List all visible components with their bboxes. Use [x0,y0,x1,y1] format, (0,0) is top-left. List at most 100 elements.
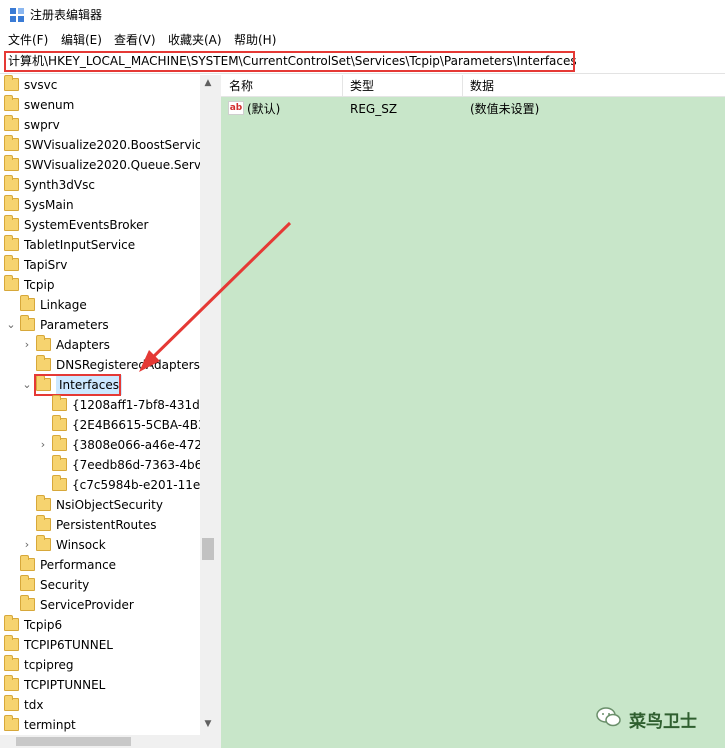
tree-node-label[interactable]: SystemEventsBroker [24,215,148,235]
folder-icon [20,295,35,311]
tree-node-parameters[interactable]: ⌄ Parameters [0,315,200,335]
tree-node-tcpiptunnel[interactable]: TCPIPTUNNEL [0,675,200,695]
scroll-up-arrow-icon[interactable]: ▲ [200,75,216,91]
chevron-down-icon[interactable]: ⌄ [22,375,32,395]
tree-node-persistentroutes[interactable]: PersistentRoutes [0,515,200,535]
tree-node-7eedb86d-7363-4b68[interactable]: {7eedb86d-7363-4b68 [0,455,210,475]
tree-node-label[interactable]: Tcpip [24,275,54,295]
folder-icon [4,215,19,231]
tree-node-label[interactable]: {1208aff1-7bf8-431d-a [72,395,211,415]
scroll-down-arrow-icon[interactable]: ▼ [200,716,216,732]
tree-node-swenum[interactable]: swenum [0,95,200,115]
tree-node-security[interactable]: Security [0,575,200,595]
tree-node-label[interactable]: Tcpip6 [24,615,62,635]
chevron-right-icon[interactable]: › [38,435,48,455]
tree-node-label[interactable]: swenum [24,95,74,115]
tree-node-label[interactable]: {7eedb86d-7363-4b68 [72,455,210,475]
tree-node-label[interactable]: TCPIPTUNNEL [24,675,105,695]
tree-pane[interactable]: svsvc swenum swprv SWVisualize2020.BoostSer… [0,75,216,748]
tree-node-serviceprovider[interactable]: ServiceProvider [0,595,200,615]
tree-node-tdx[interactable]: tdx [0,695,200,715]
tree-node-dnsregisteredadapters[interactable]: DNSRegisteredAdapters [0,355,200,375]
value-row[interactable]: ab (默认) REG_SZ (数值未设置) [221,99,725,119]
scroll-thumb[interactable] [202,538,214,560]
tree-node-c7c5984b-e201-11e9[interactable]: {c7c5984b-e201-11e9- [0,475,212,495]
tree-node-label[interactable]: {c7c5984b-e201-11e9- [72,475,212,495]
menu-view[interactable]: 查看(V) [114,32,156,48]
tree-node-label[interactable]: Adapters [56,335,110,355]
tree-node-label[interactable]: {2E4B6615-5CBA-4B38 [72,415,213,435]
menu-help[interactable]: 帮助(H) [234,32,276,48]
tree-node-label[interactable]: TapiSrv [24,255,67,275]
tree-node-synth3dvsc[interactable]: Synth3dVsc [0,175,200,195]
tree-node-label[interactable]: SWVisualize2020.BoostService [24,135,209,155]
values-pane[interactable]: 名称 类型 数据 ab (默认) REG_SZ (数值未设置) [221,75,725,748]
tree-node-label[interactable]: NsiObjectSecurity [56,495,163,515]
string-value-icon: ab [228,101,244,115]
tree-node-label[interactable]: Security [40,575,89,595]
folder-icon [52,475,67,491]
tree-node-label[interactable]: SysMain [24,195,74,215]
tree-node-winsock[interactable]: › Winsock [0,535,200,555]
tree-node-label[interactable]: {3808e066-a46e-472b [72,435,210,455]
tree-node-swvisualize2020-boostservice[interactable]: SWVisualize2020.BoostService [0,135,209,155]
tree-node-label[interactable]: Parameters [40,315,109,335]
column-separator[interactable] [342,75,343,97]
tree-node-label[interactable]: TabletInputService [24,235,135,255]
tree-node-label[interactable]: terminpt [24,715,76,735]
tree-node-label[interactable]: Synth3dVsc [24,175,95,195]
menu-favorites[interactable]: 收藏夹(A) [168,32,222,48]
tree-node-linkage[interactable]: Linkage [0,295,200,315]
horizontal-scroll-thumb[interactable] [16,737,131,746]
tree-node-3808e066-a46e-472b[interactable]: › {3808e066-a46e-472b [0,435,210,455]
tree-node-label[interactable]: svsvc [24,75,57,95]
tree-node-label[interactable]: SWVisualize2020.Queue.Server [24,155,213,175]
menu-edit[interactable]: 编辑(E) [61,32,102,48]
tree-node-tcpipreg[interactable]: tcpipreg [0,655,200,675]
column-data-header[interactable]: 数据 [470,78,494,94]
tree-node-label[interactable]: tdx [24,695,43,715]
menu-file[interactable]: 文件(F) [8,32,48,48]
tree-node-swprv[interactable]: swprv [0,115,200,135]
folder-icon [36,515,51,531]
chevron-down-icon[interactable]: ⌄ [6,315,16,335]
tree-node-tcpip6tunnel[interactable]: TCPIP6TUNNEL [0,635,200,655]
tree-node-label[interactable]: Winsock [56,535,106,555]
tree-node-label[interactable]: Linkage [40,295,87,315]
tree-node-tcpip[interactable]: Tcpip [0,275,200,295]
chevron-right-icon[interactable]: › [22,535,32,555]
column-type-header[interactable]: 类型 [350,78,374,94]
column-name-header[interactable]: 名称 [229,78,253,94]
column-separator[interactable] [462,75,463,97]
tree-node-tcpip6[interactable]: Tcpip6 [0,615,200,635]
tree-node-systemeventsbroker[interactable]: SystemEventsBroker [0,215,200,235]
tree-node-tabletinputservice[interactable]: TabletInputService [0,235,200,255]
tree-node-interfaces[interactable]: ⌄ Interfaces [0,374,200,396]
chevron-right-icon[interactable]: › [22,335,32,355]
tree-vertical-scrollbar[interactable]: ▲ ▼ [200,75,216,748]
tree-node-svsvc[interactable]: svsvc [0,75,200,95]
tree-node-adapters[interactable]: › Adapters [0,335,200,355]
tree-node-label[interactable]: Performance [40,555,116,575]
tree-node-performance[interactable]: Performance [0,555,200,575]
tree-node-1208aff1-7bf8-431d-a[interactable]: {1208aff1-7bf8-431d-a [0,395,211,415]
tree-horizontal-scrollbar[interactable] [0,735,216,748]
folder-icon [4,655,19,671]
tree-node-label[interactable]: ServiceProvider [40,595,134,615]
tree-node-2e4b6615-5cba-4b38[interactable]: {2E4B6615-5CBA-4B38 [0,415,213,435]
folder-icon [36,355,51,371]
tree-node-label[interactable]: TCPIP6TUNNEL [24,635,113,655]
tree-node-label[interactable]: DNSRegisteredAdapters [56,355,200,375]
window-title: 注册表编辑器 [30,8,103,22]
tree-node-tapisrv[interactable]: TapiSrv [0,255,200,275]
menu-bar: 文件(F) 编辑(E) 查看(V) 收藏夹(A) 帮助(H) [0,30,725,50]
tree-node-nsiobjectsecurity[interactable]: NsiObjectSecurity [0,495,200,515]
tree-node-sysmain[interactable]: SysMain [0,195,200,215]
tree-node-terminpt[interactable]: terminpt [0,715,200,735]
tree-node-label[interactable]: PersistentRoutes [56,515,156,535]
tree-node-swvisualize2020-queue-server[interactable]: SWVisualize2020.Queue.Server [0,155,213,175]
address-bar[interactable]: 计算机\HKEY_LOCAL_MACHINE\SYSTEM\CurrentCon… [0,50,725,74]
folder-icon [20,595,35,611]
tree-node-label[interactable]: swprv [24,115,60,135]
tree-node-label[interactable]: tcpipreg [24,655,74,675]
